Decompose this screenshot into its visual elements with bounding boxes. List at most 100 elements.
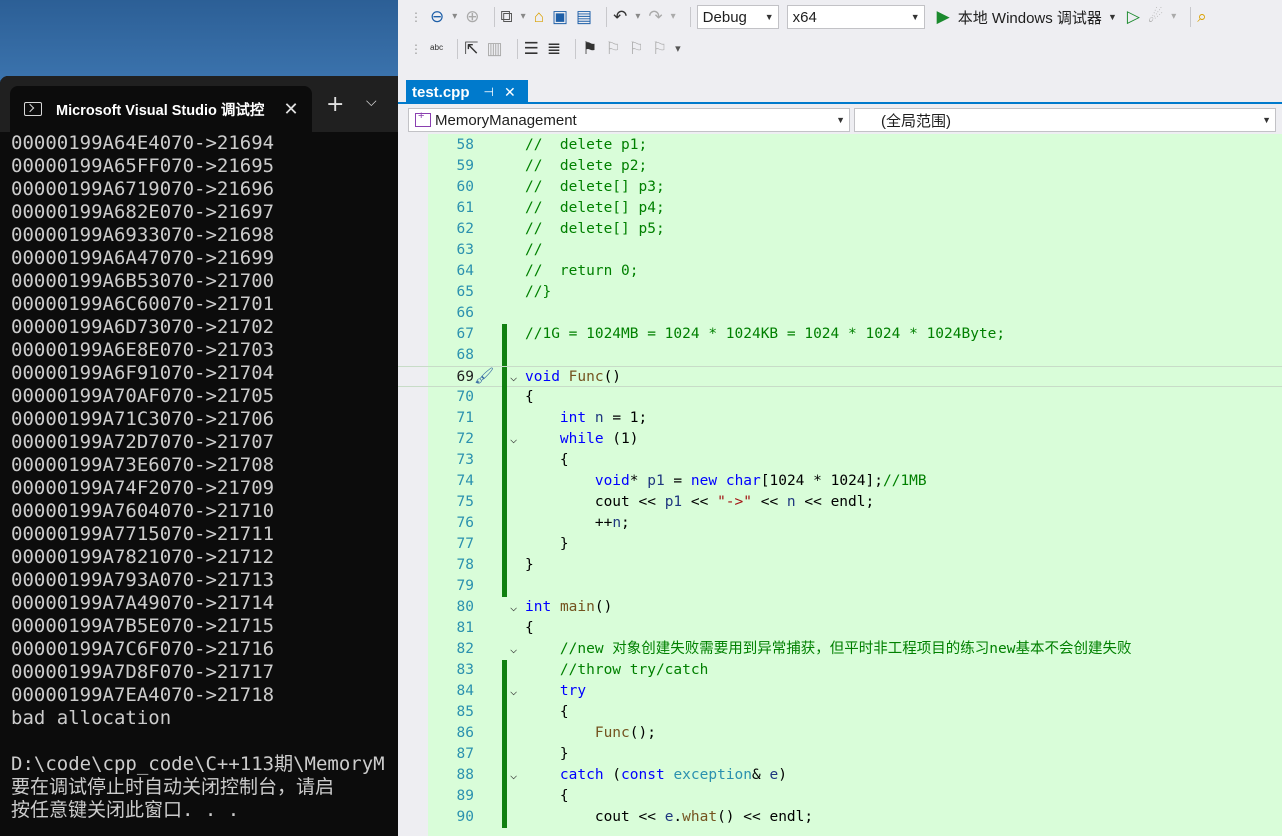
select-object-icon[interactable]: ⇱ bbox=[464, 37, 478, 61]
project-select[interactable]: MemoryManagement ▼ bbox=[408, 108, 850, 132]
console-line: 00000199A7C6F070->21716 bbox=[11, 638, 275, 660]
code-line[interactable]: 61 // delete[] p4; bbox=[398, 198, 1282, 219]
code-line[interactable]: 71 int n = 1; bbox=[398, 408, 1282, 429]
code-line[interactable]: 89 { bbox=[398, 786, 1282, 807]
redo-icon[interactable]: ↷ bbox=[648, 5, 662, 29]
line-number: 84 bbox=[456, 683, 474, 699]
line-number: 69 bbox=[456, 369, 474, 385]
new-project-icon[interactable]: ⧉ bbox=[501, 5, 513, 29]
platform-select[interactable]: x64 ▼ bbox=[786, 5, 925, 29]
code-line[interactable]: 69 ⌵ void Func() bbox=[398, 366, 1282, 388]
code-line[interactable]: 63 // bbox=[398, 240, 1282, 261]
code-line[interactable]: 67 //1G = 1024MB = 1024 * 1024KB = 1024 *… bbox=[398, 324, 1282, 345]
code-line[interactable]: 90 cout << e.what() << endl; bbox=[398, 807, 1282, 828]
code-line[interactable]: 87 } bbox=[398, 744, 1282, 765]
tab-dropdown-button[interactable]: ⌵ bbox=[366, 94, 377, 110]
code-line[interactable]: 83 //throw try/catch bbox=[398, 660, 1282, 681]
line-number: 65 bbox=[456, 284, 474, 300]
change-indicator bbox=[502, 408, 507, 429]
save-icon[interactable]: ▣ bbox=[552, 5, 568, 29]
change-indicator bbox=[502, 345, 507, 366]
code-line[interactable]: 59 // delete p2; bbox=[398, 156, 1282, 177]
code-line[interactable]: 80 ⌵ int main() bbox=[398, 597, 1282, 618]
change-indicator bbox=[502, 387, 507, 408]
scope-select[interactable]: (全局范围) ▼ bbox=[854, 108, 1276, 132]
save-all-icon[interactable]: ▤ bbox=[576, 5, 592, 29]
change-indicator bbox=[502, 723, 507, 744]
collapse-icon[interactable]: ⌵ bbox=[510, 597, 522, 618]
collapse-icon[interactable]: ⌵ bbox=[510, 639, 522, 660]
toolbar-options-icon[interactable]: ▾ bbox=[675, 37, 681, 61]
browse-folder-icon[interactable]: ⌕ bbox=[1197, 5, 1207, 29]
code-text: int n = 1; bbox=[559, 410, 648, 426]
spell-check-icon[interactable]: ᵃᵇᶜ bbox=[430, 37, 443, 61]
new-tab-button[interactable]: + bbox=[326, 92, 344, 117]
code-line[interactable]: 64 // return 0; bbox=[398, 261, 1282, 282]
configuration-select[interactable]: Debug ▼ bbox=[696, 5, 779, 29]
code-line[interactable]: 82 ⌵ //new 对象创建失败需要用到异常捕获，但平时非工程项目的练习new基… bbox=[398, 639, 1282, 660]
code-line[interactable]: 74 void* p1 = new char[1024 * 1024];//1M… bbox=[398, 471, 1282, 492]
code-text: // delete[] p5; bbox=[525, 221, 665, 237]
redo-dropdown-icon[interactable]: ▾ bbox=[671, 5, 676, 29]
collapse-icon[interactable]: ⌵ bbox=[510, 429, 522, 450]
navigate-forward-icon[interactable]: ⊕ bbox=[465, 5, 479, 29]
separator bbox=[689, 7, 691, 27]
code-line[interactable]: 81 { bbox=[398, 618, 1282, 639]
start-debugging-button[interactable]: ▶ 本地 Windows 调试器 ▼ bbox=[937, 7, 1117, 28]
code-line[interactable]: 78} bbox=[398, 555, 1282, 576]
bookmark-icon[interactable]: ⚑ bbox=[582, 37, 597, 61]
line-number: 90 bbox=[456, 809, 474, 825]
new-dropdown-icon[interactable]: ▾ bbox=[521, 5, 526, 29]
tab-test-cpp[interactable]: test.cpp ⊣ ✕ bbox=[406, 80, 528, 104]
navigate-back-icon[interactable]: ⊖ bbox=[430, 5, 444, 29]
comment-icon[interactable]: ☰ bbox=[524, 37, 539, 61]
clear-bookmarks-icon[interactable]: ⚐ bbox=[652, 37, 667, 61]
prev-bookmark-icon[interactable]: ⚐ bbox=[605, 37, 620, 61]
undo-dropdown-icon[interactable]: ▾ bbox=[635, 5, 640, 29]
code-line[interactable]: 79 bbox=[398, 576, 1282, 597]
line-number: 81 bbox=[456, 620, 474, 636]
code-line[interactable]: 85 { bbox=[398, 702, 1282, 723]
collapse-icon[interactable]: ⌵ bbox=[510, 367, 522, 388]
code-line[interactable]: 60 // delete[] p3; bbox=[398, 177, 1282, 198]
code-line[interactable]: 72 ⌵ while (1) bbox=[398, 429, 1282, 450]
code-line[interactable]: 86 Func(); bbox=[398, 723, 1282, 744]
next-bookmark-icon[interactable]: ⚐ bbox=[629, 37, 644, 61]
console-line: bad allocation bbox=[11, 707, 172, 729]
code-text: // delete[] p4; bbox=[525, 200, 665, 216]
code-line[interactable]: 66 bbox=[398, 303, 1282, 324]
terminal-icon bbox=[24, 102, 42, 116]
pin-icon[interactable]: ⊣ bbox=[484, 85, 494, 99]
console-tab[interactable]: Microsoft Visual Studio 调试控 ✕ bbox=[10, 86, 312, 132]
code-line[interactable]: 84 ⌵ try bbox=[398, 681, 1282, 702]
undo-icon[interactable]: ↶ bbox=[613, 5, 627, 29]
properties-icon[interactable]: ▥ bbox=[487, 37, 503, 61]
code-text: // delete p2; bbox=[525, 158, 648, 174]
code-line[interactable]: 68 bbox=[398, 345, 1282, 366]
project-value: MemoryManagement bbox=[435, 111, 577, 129]
line-number: 80 bbox=[456, 599, 474, 615]
start-without-debugging-icon[interactable]: ▷ bbox=[1127, 5, 1140, 29]
chevron-down-icon[interactable]: ▼ bbox=[1108, 12, 1117, 22]
code-line[interactable]: 62 // delete[] p5; bbox=[398, 219, 1282, 240]
uncomment-icon[interactable]: ≣ bbox=[547, 37, 561, 61]
code-line[interactable]: 65 //} bbox=[398, 282, 1282, 303]
code-line[interactable]: 75 cout << p1 << "->" << n << endl; bbox=[398, 492, 1282, 513]
open-folder-icon[interactable]: ⌂ bbox=[534, 5, 544, 29]
close-icon[interactable]: ✕ bbox=[504, 84, 516, 101]
code-line[interactable]: 70 { bbox=[398, 387, 1282, 408]
hot-reload-dropdown-icon[interactable]: ▾ bbox=[1171, 5, 1176, 29]
close-tab-icon[interactable]: ✕ bbox=[276, 99, 306, 120]
code-text: //} bbox=[525, 284, 552, 300]
collapse-icon[interactable]: ⌵ bbox=[510, 681, 522, 702]
code-line[interactable]: 88 ⌵ catch (const exception& e) bbox=[398, 765, 1282, 786]
code-line[interactable]: 76 ++n; bbox=[398, 513, 1282, 534]
collapse-icon[interactable]: ⌵ bbox=[510, 765, 522, 786]
hot-reload-icon[interactable]: ☄ bbox=[1148, 5, 1163, 29]
back-dropdown-icon[interactable]: ▾ bbox=[452, 5, 457, 29]
code-line[interactable]: 77 } bbox=[398, 534, 1282, 555]
code-editor[interactable]: 🖌 58// delete p1; 59// delete p2; 60// del… bbox=[398, 134, 1282, 836]
code-line[interactable]: 73 { bbox=[398, 450, 1282, 471]
code-line[interactable]: 58 // delete p1; bbox=[398, 135, 1282, 156]
line-number: 72 bbox=[456, 431, 474, 447]
